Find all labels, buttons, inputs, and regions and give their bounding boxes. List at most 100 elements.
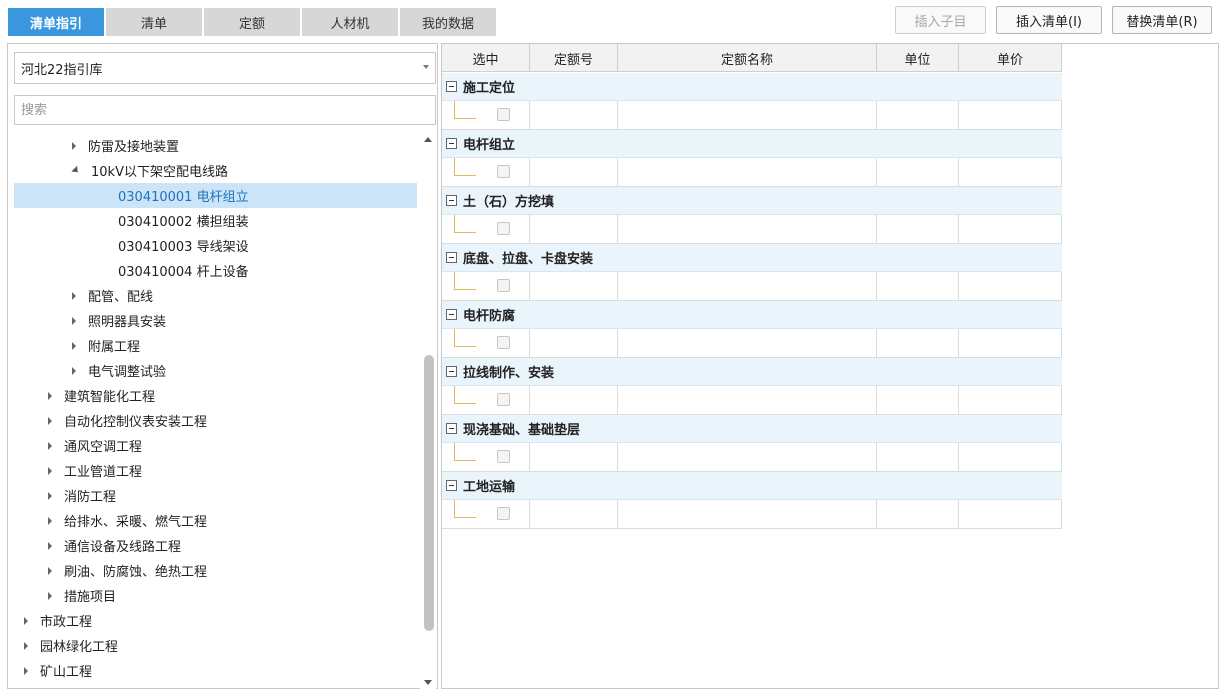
cell-quota-no[interactable] <box>530 329 618 357</box>
cell-quota-no[interactable] <box>530 215 618 243</box>
tree-node[interactable]: 030410003 导线架设 <box>14 233 417 258</box>
collapse-arrow-icon[interactable] <box>71 165 81 176</box>
cell-unit-price[interactable] <box>959 272 1062 300</box>
collapse-minus-icon[interactable] <box>446 138 457 149</box>
collapse-minus-icon[interactable] <box>446 252 457 263</box>
row-checkbox[interactable] <box>497 336 510 349</box>
scroll-up-icon[interactable] <box>424 137 432 142</box>
cell-unit[interactable] <box>877 215 959 243</box>
row-checkbox[interactable] <box>497 450 510 463</box>
collapse-minus-icon[interactable] <box>446 423 457 434</box>
row-checkbox[interactable] <box>497 507 510 520</box>
column-header-unit-price[interactable]: 单价 <box>959 44 1062 72</box>
scrollbar-thumb[interactable] <box>424 355 434 631</box>
row-checkbox[interactable] <box>497 393 510 406</box>
cell-unit[interactable] <box>877 386 959 414</box>
grid-group-row[interactable]: 现浇基础、基础垫层 <box>442 415 1062 443</box>
table-row[interactable] <box>442 215 1062 244</box>
expand-arrow-icon[interactable] <box>24 641 28 650</box>
tree-node[interactable]: 通信设备及线路工程 <box>14 533 417 558</box>
expand-arrow-icon[interactable] <box>48 391 52 400</box>
expand-arrow-icon[interactable] <box>24 616 28 625</box>
cell-unit[interactable] <box>877 443 959 471</box>
column-header-selected[interactable]: 选中 <box>442 44 530 72</box>
expand-arrow-icon[interactable] <box>48 441 52 450</box>
expand-arrow-icon[interactable] <box>72 291 76 300</box>
cell-unit-price[interactable] <box>959 158 1062 186</box>
grid-group-row[interactable]: 电杆组立 <box>442 130 1062 158</box>
tree-node[interactable]: 园林绿化工程 <box>14 633 417 658</box>
cell-quota-name[interactable] <box>618 386 877 414</box>
cell-quota-name[interactable] <box>618 101 877 129</box>
table-row[interactable] <box>442 386 1062 415</box>
grid-group-row[interactable]: 工地运输 <box>442 472 1062 500</box>
cell-unit-price[interactable] <box>959 443 1062 471</box>
tree-node[interactable]: 电气调整试验 <box>14 358 417 383</box>
replace-list-button[interactable]: 替换清单(R) <box>1112 6 1212 34</box>
collapse-minus-icon[interactable] <box>446 81 457 92</box>
table-row[interactable] <box>442 272 1062 301</box>
cell-unit-price[interactable] <box>959 215 1062 243</box>
grid-group-row[interactable]: 拉线制作、安装 <box>442 358 1062 386</box>
tree-node[interactable]: 附属工程 <box>14 333 417 358</box>
cell-quota-no[interactable] <box>530 386 618 414</box>
cell-quota-name[interactable] <box>618 272 877 300</box>
tab-labor-material-machine[interactable]: 人材机 <box>302 8 398 36</box>
expand-arrow-icon[interactable] <box>72 316 76 325</box>
tree-node[interactable]: 030410004 杆上设备 <box>14 258 417 283</box>
tab-quota[interactable]: 定额 <box>204 8 300 36</box>
tree-node[interactable]: 工业管道工程 <box>14 458 417 483</box>
expand-arrow-icon[interactable] <box>48 491 52 500</box>
tree-node[interactable]: 给排水、采暖、燃气工程 <box>14 508 417 533</box>
expand-arrow-icon[interactable] <box>48 516 52 525</box>
collapse-minus-icon[interactable] <box>446 309 457 320</box>
search-input[interactable] <box>14 95 436 125</box>
tree-node[interactable]: 措施项目 <box>14 583 417 608</box>
cell-quota-no[interactable] <box>530 443 618 471</box>
grid-group-row[interactable]: 底盘、拉盘、卡盘安装 <box>442 244 1062 272</box>
expand-arrow-icon[interactable] <box>48 466 52 475</box>
tree-node-selected[interactable]: 030410001 电杆组立 <box>14 183 417 208</box>
cell-quota-no[interactable] <box>530 158 618 186</box>
tree-node[interactable]: 市政工程 <box>14 608 417 633</box>
cell-quota-name[interactable] <box>618 215 877 243</box>
cell-quota-name[interactable] <box>618 329 877 357</box>
table-row[interactable] <box>442 329 1062 358</box>
expand-arrow-icon[interactable] <box>48 416 52 425</box>
cell-unit[interactable] <box>877 158 959 186</box>
cell-unit[interactable] <box>877 272 959 300</box>
tab-list-guide[interactable]: 清单指引 <box>8 8 104 36</box>
grid-group-row[interactable]: 施工定位 <box>442 73 1062 101</box>
table-row[interactable] <box>442 500 1062 529</box>
insert-list-button[interactable]: 插入清单(I) <box>996 6 1102 34</box>
cell-unit[interactable] <box>877 500 959 528</box>
chevron-down-icon[interactable] <box>423 65 429 69</box>
table-row[interactable] <box>442 443 1062 472</box>
expand-arrow-icon[interactable] <box>72 141 76 150</box>
expand-arrow-icon[interactable] <box>72 341 76 350</box>
tree-node[interactable]: 刷油、防腐蚀、绝热工程 <box>14 558 417 583</box>
expand-arrow-icon[interactable] <box>72 366 76 375</box>
expand-arrow-icon[interactable] <box>48 591 52 600</box>
scroll-down-icon[interactable] <box>424 680 432 685</box>
row-checkbox[interactable] <box>497 279 510 292</box>
cell-unit-price[interactable] <box>959 386 1062 414</box>
row-checkbox[interactable] <box>497 108 510 121</box>
tree-node[interactable]: 防雷及接地装置 <box>14 133 417 158</box>
cell-quota-no[interactable] <box>530 500 618 528</box>
cell-quota-name[interactable] <box>618 500 877 528</box>
tree-node[interactable]: 通风空调工程 <box>14 433 417 458</box>
tree-node[interactable]: 照明器具安装 <box>14 308 417 333</box>
tree-scrollbar[interactable] <box>420 133 436 689</box>
row-checkbox[interactable] <box>497 165 510 178</box>
cell-unit-price[interactable] <box>959 101 1062 129</box>
tree-node[interactable]: 配管、配线 <box>14 283 417 308</box>
cell-unit[interactable] <box>877 329 959 357</box>
expand-arrow-icon[interactable] <box>24 666 28 675</box>
cell-quota-no[interactable] <box>530 272 618 300</box>
expand-arrow-icon[interactable] <box>48 541 52 550</box>
column-header-quota-no[interactable]: 定额号 <box>530 44 618 72</box>
table-row[interactable] <box>442 101 1062 130</box>
cell-unit-price[interactable] <box>959 329 1062 357</box>
column-header-quota-name[interactable]: 定额名称 <box>618 44 877 72</box>
